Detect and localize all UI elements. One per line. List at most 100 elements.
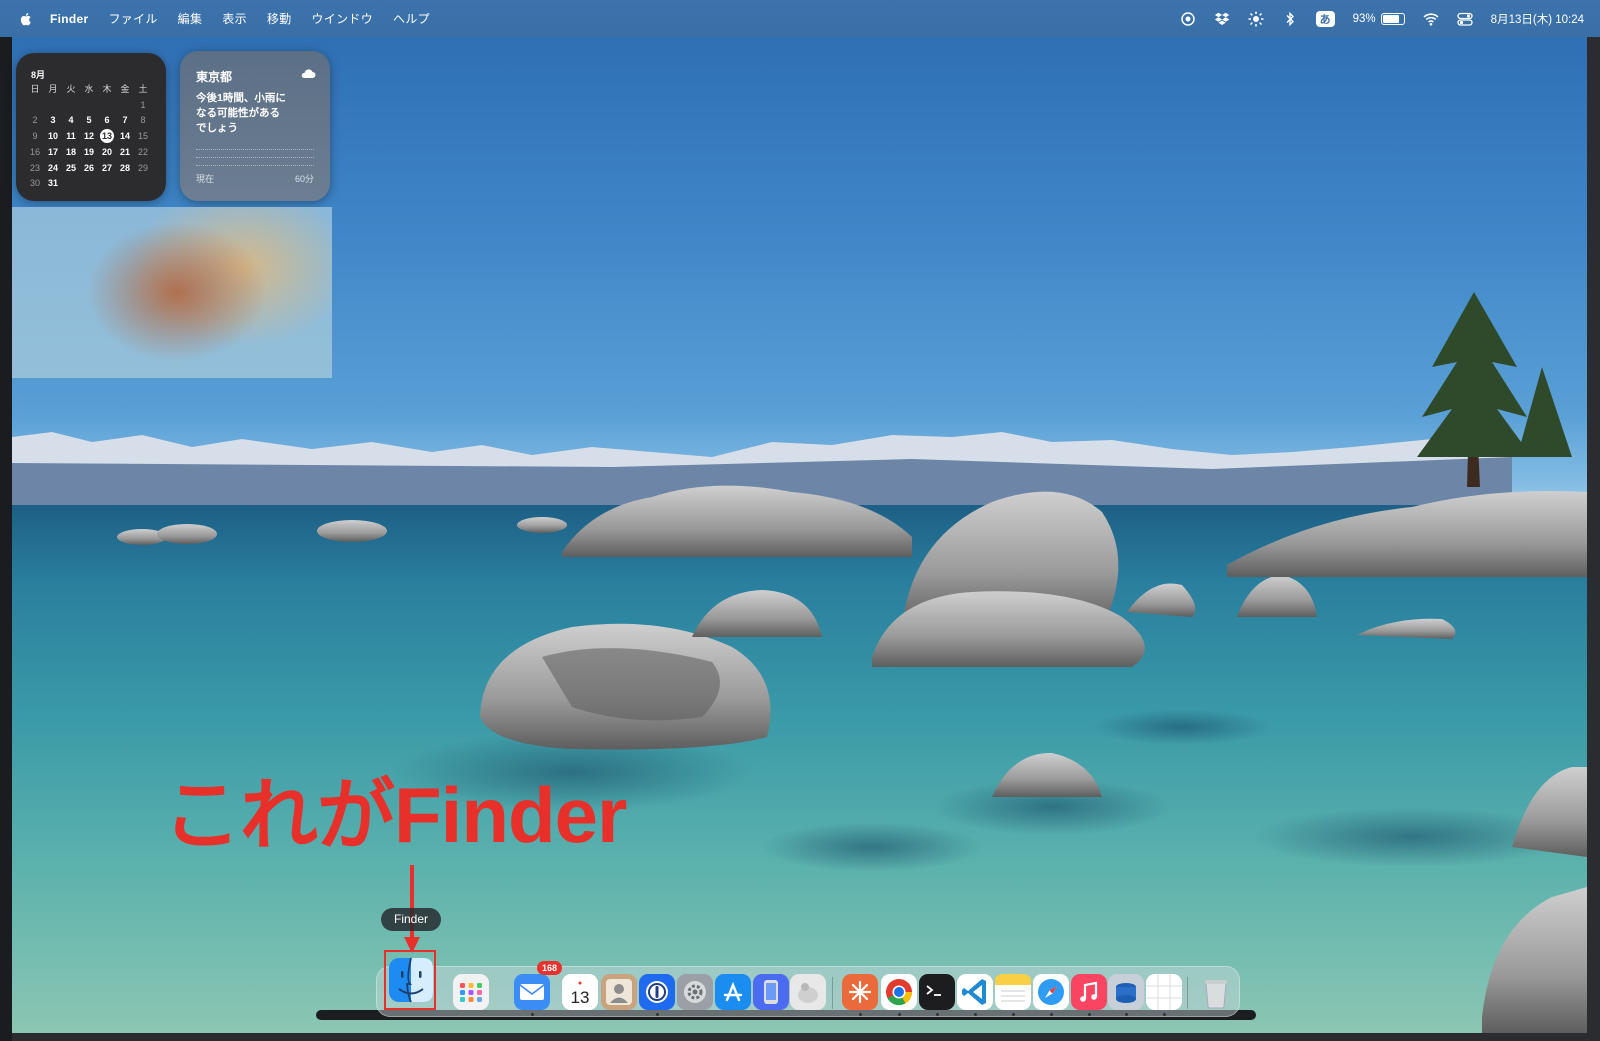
calendar-day: 11 bbox=[66, 130, 76, 141]
precip-end-label: 60分 bbox=[294, 174, 314, 184]
mail-icon[interactable] bbox=[514, 974, 550, 1016]
calendar-day: 27 bbox=[101, 162, 112, 173]
calendar-day bbox=[80, 177, 98, 189]
calendar-day: 4 bbox=[68, 115, 74, 125]
running-indicator bbox=[1087, 1013, 1091, 1016]
running-indicator bbox=[1124, 1013, 1128, 1016]
music-icon[interactable] bbox=[1071, 974, 1107, 1016]
calendar-day: 16 bbox=[29, 147, 40, 157]
blurred-photo-widget[interactable] bbox=[12, 207, 332, 378]
calendar-day bbox=[116, 99, 134, 111]
battery-icon bbox=[1380, 12, 1405, 25]
calendar-weekday: 水 bbox=[84, 84, 94, 94]
calendar-day: 23 bbox=[29, 162, 40, 173]
battery-percent: 93% bbox=[1352, 12, 1376, 25]
forecast-line: でしょう bbox=[196, 122, 238, 134]
disk-utility-icon[interactable] bbox=[1108, 974, 1144, 1016]
calendar-day: 30 bbox=[29, 178, 40, 188]
preview-icon[interactable] bbox=[790, 974, 826, 1010]
calendar-day bbox=[98, 99, 116, 111]
precip-start-label: 現在 bbox=[196, 174, 215, 184]
running-indicator bbox=[1011, 1013, 1015, 1016]
apple-menu-icon[interactable] bbox=[18, 11, 34, 27]
dock-tooltip: Finder bbox=[381, 908, 441, 931]
battery-status[interactable]: 93% bbox=[1352, 12, 1405, 25]
contacts-icon[interactable] bbox=[601, 974, 637, 1010]
claude-icon[interactable] bbox=[842, 974, 878, 1016]
precip-chart-line bbox=[196, 165, 314, 166]
calendar-day: 20 bbox=[101, 147, 112, 157]
bluetooth-icon[interactable] bbox=[1282, 11, 1298, 27]
gear-icon[interactable] bbox=[677, 974, 713, 1010]
chrome-icon[interactable] bbox=[881, 974, 917, 1016]
menu-edit[interactable]: 編集 bbox=[178, 10, 203, 27]
freeform-icon[interactable] bbox=[1146, 974, 1182, 1016]
dropbox-icon[interactable] bbox=[1214, 11, 1230, 27]
calendar-day: 2 bbox=[32, 115, 38, 125]
calendar-widget[interactable]: 8月 日月火水木金土 1 2 3 4 5 6 7 8 9 10 11 12 13 14 15 16 17 18 19 2… bbox=[16, 53, 166, 201]
calendar-grid: 日月火水木金土 1 2 3 4 5 6 7 8 9 10 11 12 13 14 15 16 17 18 19 20 21… bbox=[26, 83, 160, 189]
cloud-icon bbox=[301, 69, 316, 78]
calendar-day: 1 bbox=[140, 99, 146, 110]
annotation-label: これがFinder bbox=[163, 771, 627, 859]
finder-highlight-box bbox=[384, 950, 436, 1010]
calendar-day: 9 bbox=[32, 130, 38, 141]
running-indicator bbox=[655, 1013, 659, 1016]
screen-left-edge bbox=[0, 37, 12, 1041]
calendar-day: 6 bbox=[104, 115, 110, 125]
calendar-weekday: 日 bbox=[30, 84, 40, 94]
calendar-day bbox=[62, 177, 80, 189]
precip-chart-line bbox=[196, 149, 314, 150]
calendar-icon[interactable]: 13 ● bbox=[562, 974, 598, 1010]
weather-location: 東京都 bbox=[196, 70, 233, 84]
calendar-day bbox=[26, 99, 44, 111]
calendar-day: 31 bbox=[47, 178, 58, 188]
menu-view[interactable]: 表示 bbox=[222, 10, 247, 27]
menubar-clock[interactable]: 8月13日(木) 10:24 bbox=[1491, 11, 1584, 27]
calendar-weekday: 金 bbox=[120, 84, 130, 94]
menu-file[interactable]: ファイル bbox=[108, 10, 157, 27]
launchpad-icon[interactable] bbox=[453, 974, 489, 1010]
calendar-day: 18 bbox=[65, 147, 76, 157]
terminal-icon[interactable] bbox=[919, 974, 955, 1016]
notes-icon[interactable] bbox=[995, 974, 1031, 1016]
safari-icon[interactable] bbox=[1033, 974, 1069, 1016]
mail-badge: 168 bbox=[537, 961, 563, 975]
menu-window[interactable]: ウインドウ bbox=[312, 10, 374, 27]
input-method-indicator[interactable]: あ bbox=[1315, 10, 1335, 27]
weather-forecast: 今後1時間、小雨に なる可能性がある でしょう bbox=[196, 91, 311, 136]
weather-widget[interactable]: 東京都 今後1時間、小雨に なる可能性がある でしょう 現在 60分 bbox=[180, 51, 330, 201]
calendar-day: 21 bbox=[119, 147, 130, 157]
calendar-day: 24 bbox=[47, 162, 58, 173]
brightness-icon[interactable] bbox=[1248, 11, 1264, 27]
running-indicator bbox=[973, 1013, 977, 1016]
svg-text:●: ● bbox=[578, 980, 582, 987]
calendar-day bbox=[134, 177, 152, 189]
calendar-day bbox=[44, 99, 62, 111]
calendar-weekday: 火 bbox=[66, 84, 76, 94]
calendar-day bbox=[98, 177, 116, 189]
running-indicator bbox=[1049, 1013, 1053, 1016]
running-indicator bbox=[1162, 1013, 1166, 1016]
menu-go[interactable]: 移動 bbox=[267, 10, 292, 27]
password-icon[interactable] bbox=[639, 974, 675, 1016]
calendar-day: 19 bbox=[83, 147, 94, 157]
trash-icon[interactable] bbox=[1198, 974, 1234, 1010]
app-store-icon[interactable] bbox=[715, 974, 751, 1010]
running-indicator bbox=[897, 1013, 901, 1016]
vscode-icon[interactable] bbox=[957, 974, 993, 1016]
calendar-day: 8 bbox=[140, 115, 146, 125]
calendar-day: 14 bbox=[119, 130, 130, 141]
calendar-day: 22 bbox=[137, 147, 148, 157]
privacy-shield-icon[interactable] bbox=[1180, 11, 1196, 27]
menu-help[interactable]: ヘルプ bbox=[393, 10, 430, 27]
menu-bar: Finder ファイル 編集 表示 移動 ウインドウ ヘルプ あ 93% 8月1… bbox=[0, 0, 1600, 37]
calendar-weekday: 月 bbox=[48, 84, 58, 94]
forecast-line: 今後1時間、小雨に bbox=[196, 92, 286, 104]
calendar-day: 12 bbox=[83, 130, 94, 141]
wifi-icon[interactable] bbox=[1423, 11, 1439, 27]
simulator-icon[interactable] bbox=[753, 974, 789, 1010]
control-center-icon[interactable] bbox=[1457, 11, 1473, 27]
calendar-day: 29 bbox=[137, 162, 148, 173]
menu-app-finder[interactable]: Finder bbox=[50, 12, 88, 26]
